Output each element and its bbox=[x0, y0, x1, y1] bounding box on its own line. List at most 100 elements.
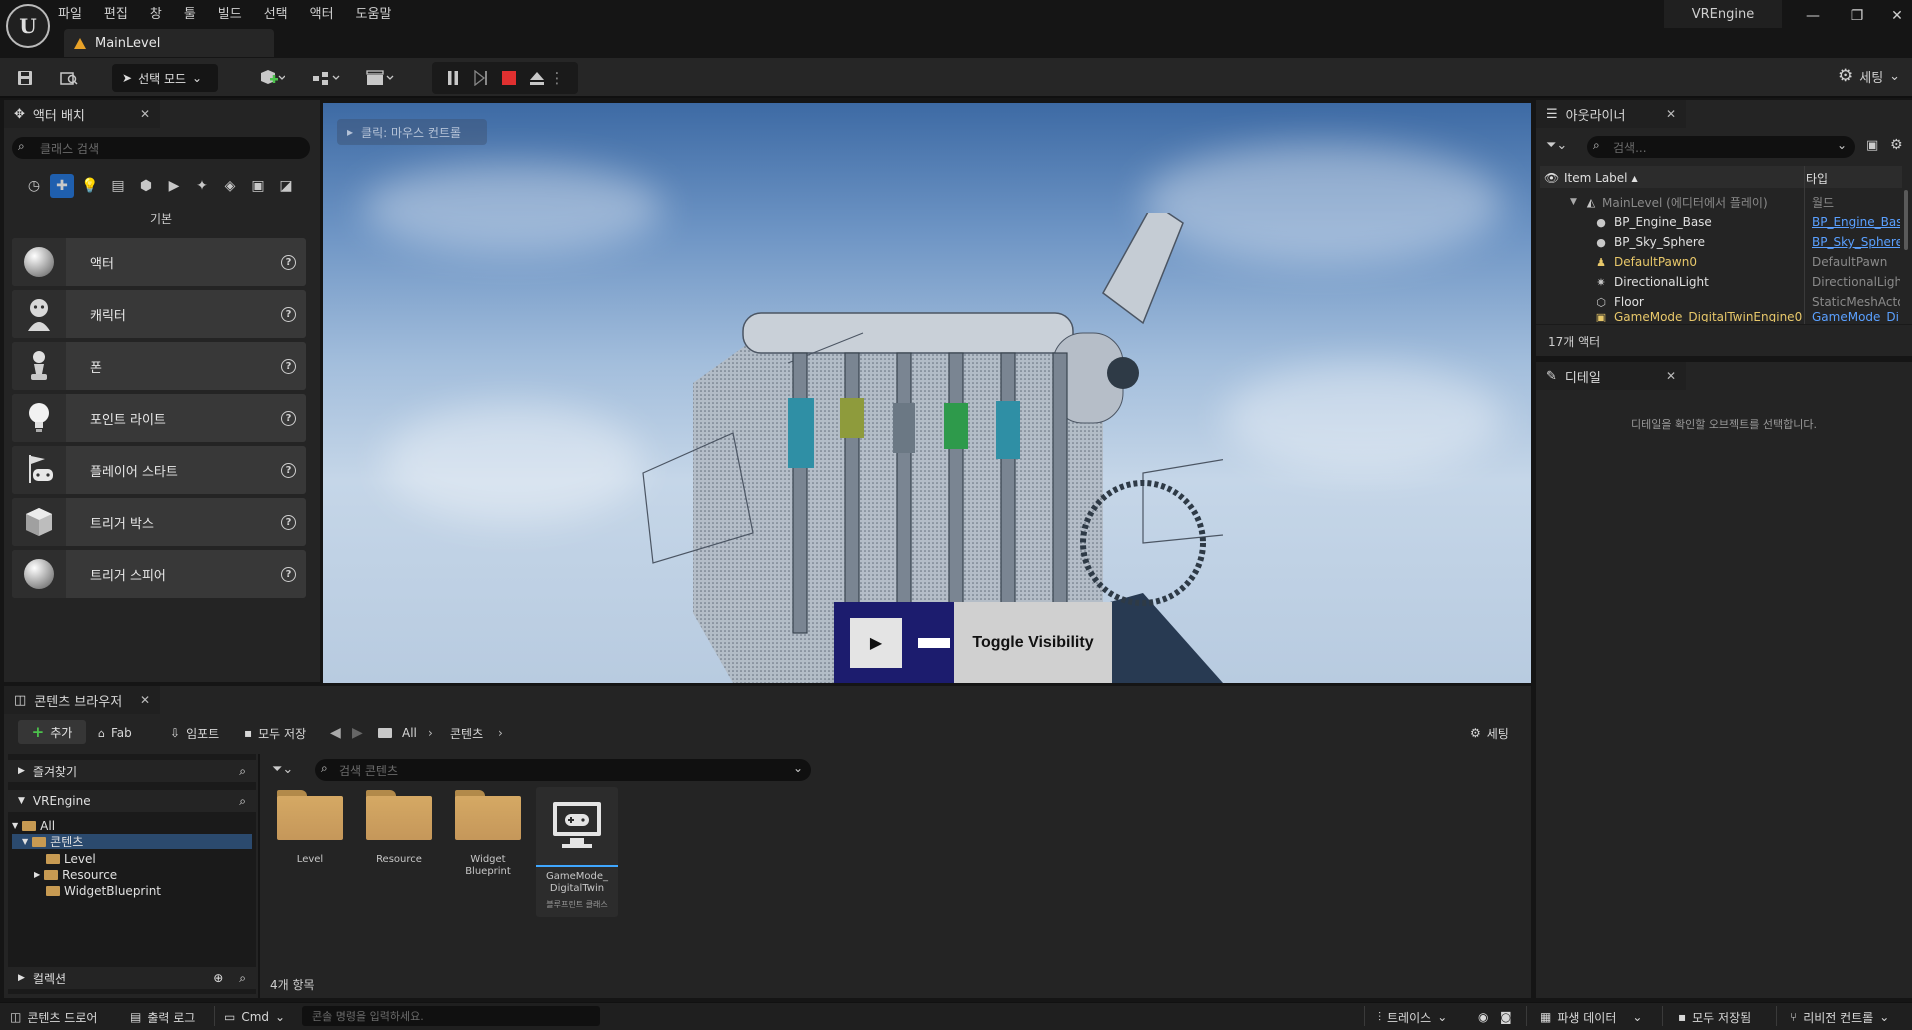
close-icon[interactable]: ✕ bbox=[1666, 107, 1676, 121]
asset-folder-widget-blueprint[interactable]: Widget Blueprint bbox=[446, 790, 530, 878]
row-type-link[interactable]: GameMode_Di bbox=[1812, 312, 1900, 322]
add-collection-icon[interactable]: ⊕ bbox=[213, 971, 223, 985]
visibility-eye-icon[interactable]: 👁 bbox=[1544, 168, 1559, 188]
console-input[interactable]: 콘솔 명령을 입력하세요. bbox=[302, 1006, 600, 1026]
close-icon[interactable]: ✕ bbox=[140, 693, 150, 707]
search-icon[interactable]: ⌕ bbox=[239, 971, 246, 986]
volumes-icon[interactable]: ✦ bbox=[190, 174, 214, 198]
content-drawer-button[interactable]: ◫ 콘텐츠 드로어 bbox=[10, 1008, 97, 1026]
revision-control-dropdown[interactable]: ⑂ 리비전 컨트롤 ⌄ bbox=[1790, 1008, 1889, 1026]
menu-help[interactable]: 도움말 bbox=[356, 3, 392, 22]
pause-icon[interactable] bbox=[440, 66, 466, 90]
shapes-icon[interactable]: ▣ bbox=[246, 174, 270, 198]
folder-icon[interactable] bbox=[378, 722, 392, 744]
camera-icon[interactable]: ◙ bbox=[1500, 1008, 1512, 1026]
content-browser-tab[interactable]: ◫ 콘텐츠 브라우저 ✕ bbox=[4, 686, 160, 714]
help-icon[interactable]: ? bbox=[281, 254, 296, 270]
lights-icon[interactable]: 💡 bbox=[78, 174, 102, 198]
search-icon[interactable]: ⌕ bbox=[239, 764, 246, 779]
tree-item-content[interactable]: ▼ 콘텐츠 bbox=[12, 834, 252, 849]
outliner-row[interactable]: ▣ GameMode_DigitalTwinEngine0 GameMode_D… bbox=[1540, 312, 1902, 322]
derived-data-dropdown[interactable]: ▦ 파생 데이터 ⌄ bbox=[1540, 1008, 1642, 1026]
fab-button[interactable]: ⌂ Fab bbox=[98, 722, 132, 744]
geometry-icon[interactable]: ▶ bbox=[162, 174, 186, 198]
add-button[interactable]: + 추가 bbox=[18, 720, 86, 744]
output-log-button[interactable]: ▤ 출력 로그 bbox=[130, 1008, 195, 1026]
outliner-row[interactable]: ⬡ Floor StaticMeshActo bbox=[1540, 292, 1902, 312]
recent-icon[interactable]: ◷ bbox=[22, 174, 46, 198]
trace-dropdown[interactable]: ⫶ 트레이스 ⌄ bbox=[1378, 1008, 1447, 1026]
place-actors-tab[interactable]: ✥ 액터 배치 ✕ bbox=[4, 100, 160, 128]
actor-item-trigger-box[interactable]: 트리거 박스 ? bbox=[12, 498, 306, 546]
column-type[interactable]: 타입 bbox=[1806, 168, 1828, 188]
favorites-header[interactable]: ▶ 즐겨찾기 ⌕ bbox=[8, 760, 256, 782]
asset-gamemode[interactable]: GameMode_ DigitalTwin 블루프린트 클래스 bbox=[536, 787, 618, 917]
play-button[interactable]: ▶ bbox=[850, 618, 902, 668]
menu-edit[interactable]: 편집 bbox=[104, 3, 128, 22]
row-type-link[interactable]: BP_Engine_Bas bbox=[1812, 215, 1900, 229]
eject-icon[interactable] bbox=[524, 66, 550, 90]
actor-item-player-start[interactable]: 플레이어 스타트 ? bbox=[12, 446, 306, 494]
asset-folder-level[interactable]: Level bbox=[268, 790, 352, 866]
breadcrumb-all[interactable]: All bbox=[402, 722, 417, 744]
column-item-label[interactable]: Item Label ▲ bbox=[1564, 168, 1638, 188]
save-all-button[interactable]: ▪ 모두 저장 bbox=[244, 722, 306, 744]
search-icon[interactable]: ⌕ bbox=[239, 794, 246, 809]
browse-icon[interactable] bbox=[56, 66, 82, 90]
breadcrumb-separator-icon[interactable]: › bbox=[498, 722, 503, 744]
details-tab[interactable]: ✎ 디테일 ✕ bbox=[1536, 362, 1686, 390]
selection-mode-dropdown[interactable]: ➤ 선택 모드 ⌄ bbox=[112, 64, 218, 92]
menu-file[interactable]: 파일 bbox=[58, 3, 82, 22]
menu-build[interactable]: 빌드 bbox=[218, 3, 242, 22]
menu-select[interactable]: 선택 bbox=[264, 3, 288, 22]
settings-button[interactable]: ⚙ 세팅 ⌄ bbox=[1838, 66, 1900, 86]
actor-item-pawn[interactable]: 폰 ? bbox=[12, 342, 306, 390]
help-icon[interactable]: ? bbox=[281, 306, 296, 322]
level-tab[interactable]: MainLevel bbox=[64, 29, 274, 57]
menu-tools[interactable]: 툴 bbox=[184, 3, 196, 22]
actor-item-point-light[interactable]: 포인트 라이트 ? bbox=[12, 394, 306, 442]
tree-item-all[interactable]: ▼ All bbox=[12, 818, 55, 833]
cmd-dropdown[interactable]: ▭ Cmd ⌄ bbox=[224, 1008, 285, 1026]
outliner-tab[interactable]: ☰ 아웃라이너 ✕ bbox=[1536, 100, 1686, 128]
outliner-search-input[interactable]: ⌕ 검색... ⌄ bbox=[1587, 136, 1855, 158]
outliner-row[interactable]: ● BP_Engine_Base BP_Engine_Bas bbox=[1540, 212, 1902, 232]
more-options-icon[interactable]: ⋮ bbox=[550, 66, 565, 90]
splitter[interactable] bbox=[258, 754, 260, 998]
add-folder-icon[interactable]: ▣ bbox=[1866, 138, 1878, 153]
frame-skip-icon[interactable] bbox=[468, 66, 494, 90]
all-saved-button[interactable]: ▪ 모두 저장됨 bbox=[1678, 1008, 1751, 1026]
visual-effects-icon[interactable]: ⬢ bbox=[134, 174, 158, 198]
menu-window[interactable]: 창 bbox=[150, 3, 162, 22]
basic-category-icon[interactable]: ✚ bbox=[50, 174, 74, 198]
help-icon[interactable]: ? bbox=[281, 410, 296, 426]
menu-actor[interactable]: 액터 bbox=[310, 3, 334, 22]
breadcrumb-content[interactable]: 콘텐츠 bbox=[450, 722, 483, 744]
project-header[interactable]: ▼ VREngine ⌕ bbox=[8, 790, 256, 812]
collections-header[interactable]: ▶ 컬렉션 ⊕ ⌕ bbox=[8, 967, 256, 989]
toggle-visibility-button[interactable]: Toggle Visibility bbox=[954, 602, 1112, 683]
row-type-link[interactable]: BP_Sky_Sphere bbox=[1812, 235, 1900, 249]
actor-item-character[interactable]: 캐릭터 ? bbox=[12, 290, 306, 338]
content-search-input[interactable]: ⌕ 검색 콘텐츠 ⌄ bbox=[315, 759, 811, 781]
save-icon[interactable] bbox=[12, 66, 38, 90]
add-actor-icon[interactable] bbox=[252, 66, 292, 90]
outliner-row[interactable]: ♟ DefaultPawn0 DefaultPawn bbox=[1540, 252, 1902, 272]
cinematics-icon[interactable] bbox=[360, 66, 400, 90]
class-search-input[interactable]: ⌕ 클래스 검색 bbox=[12, 137, 310, 159]
close-icon[interactable]: ✕ bbox=[140, 107, 150, 121]
gear-icon[interactable]: ⚙ bbox=[1890, 137, 1903, 153]
tree-item-level[interactable]: Level bbox=[46, 851, 96, 866]
back-icon[interactable]: ◀ bbox=[330, 722, 341, 744]
close-icon[interactable]: ✕ bbox=[1666, 369, 1676, 383]
help-icon[interactable]: ? bbox=[281, 566, 296, 582]
outliner-row[interactable]: ✷ DirectionalLight DirectionalLight bbox=[1540, 272, 1902, 292]
record-icon[interactable]: ◉ bbox=[1478, 1008, 1488, 1026]
all-classes-icon[interactable]: ◈ bbox=[218, 174, 242, 198]
blueprint-icon[interactable] bbox=[306, 66, 346, 90]
outliner-row[interactable]: ▼ ◭ MainLevel (에디터에서 플레이) 월드 bbox=[1540, 192, 1902, 212]
extra-category-icon[interactable]: ◪ bbox=[274, 174, 298, 198]
help-icon[interactable]: ? bbox=[281, 358, 296, 374]
minimize-icon[interactable]: — bbox=[1800, 4, 1826, 28]
breadcrumb-separator-icon[interactable]: › bbox=[428, 722, 433, 744]
